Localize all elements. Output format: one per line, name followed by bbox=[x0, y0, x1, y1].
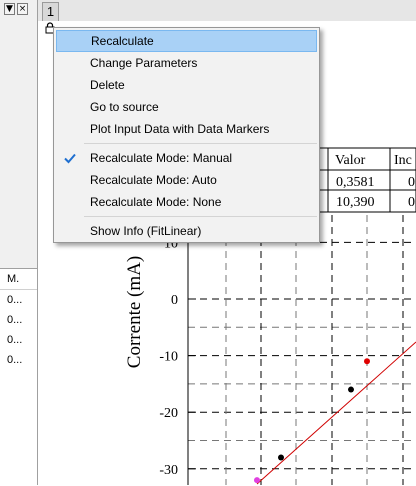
menu-separator bbox=[84, 143, 317, 144]
menu-item-recalc-mode-auto[interactable]: Recalculate Mode: Auto bbox=[56, 169, 317, 191]
table-cell-valor: 10,390 bbox=[336, 195, 375, 210]
menu-item-label: Plot Input Data with Data Markers bbox=[90, 122, 270, 136]
data-point bbox=[364, 358, 370, 365]
fit-table: Valor Inc 0,3581 0 10,390 0 bbox=[309, 147, 416, 213]
menu-item-label: Go to source bbox=[90, 100, 159, 114]
fit-line bbox=[256, 341, 416, 485]
menu-item-label: Recalculate Mode: Auto bbox=[90, 173, 217, 187]
menu-item-plot-input-data[interactable]: Plot Input Data with Data Markers bbox=[56, 118, 317, 140]
menu-separator bbox=[84, 216, 317, 217]
data-points bbox=[254, 358, 370, 484]
table-cell-valor: 0,3581 bbox=[336, 175, 375, 190]
menu-item-recalc-mode-none[interactable]: Recalculate Mode: None bbox=[56, 191, 317, 213]
table-cell-inc: 0 bbox=[408, 195, 415, 210]
y-tick-label: -20 bbox=[159, 406, 178, 421]
menu-item-label: Delete bbox=[90, 78, 125, 92]
menu-item-label: Recalculate Mode: Manual bbox=[90, 151, 233, 165]
menu-item-change-parameters[interactable]: Change Parameters bbox=[56, 52, 317, 74]
data-point bbox=[278, 454, 284, 461]
table-cell-inc: 0 bbox=[408, 175, 415, 190]
y-tick-label: 0 bbox=[171, 293, 178, 308]
menu-item-delete[interactable]: Delete bbox=[56, 74, 317, 96]
menu-item-label: Change Parameters bbox=[90, 56, 198, 70]
y-axis-tick-labels: 100-10-20-30 bbox=[159, 236, 178, 477]
checkmark-icon bbox=[64, 153, 76, 164]
context-menu: Recalculate Change Parameters Delete Go … bbox=[53, 27, 320, 243]
y-tick-label: -30 bbox=[159, 463, 178, 478]
y-axis-label: Corrente (mA) bbox=[124, 256, 145, 368]
y-axis-ticks bbox=[188, 241, 196, 470]
menu-item-label: Recalculate Mode: None bbox=[90, 195, 222, 209]
y-tick-label: -10 bbox=[159, 350, 178, 365]
menu-item-label: Recalculate bbox=[91, 34, 154, 48]
menu-item-recalc-mode-manual[interactable]: Recalculate Mode: Manual bbox=[56, 147, 317, 169]
menu-item-show-info[interactable]: Show Info (FitLinear) bbox=[56, 220, 317, 242]
menu-item-label: Show Info (FitLinear) bbox=[90, 224, 202, 238]
menu-item-recalculate[interactable]: Recalculate bbox=[56, 30, 317, 52]
grid bbox=[188, 215, 416, 485]
menu-item-go-to-source[interactable]: Go to source bbox=[56, 96, 317, 118]
table-header-inc: Inc bbox=[394, 153, 412, 168]
data-point bbox=[254, 477, 260, 484]
table-header-valor: Valor bbox=[335, 153, 366, 168]
data-point bbox=[348, 386, 354, 393]
